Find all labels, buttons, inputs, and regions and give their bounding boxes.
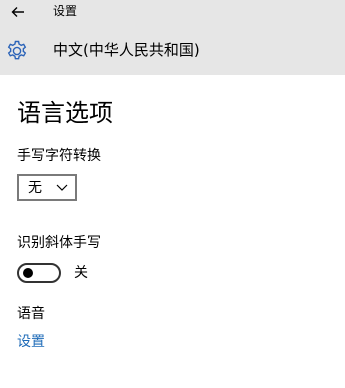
handwriting-conversion-dropdown[interactable]: 无 [17,174,77,201]
italic-recognition-toggle[interactable] [17,263,61,283]
chevron-down-icon [56,184,68,191]
language-section-label: 语音 [17,306,45,322]
app-title: 设置 [53,4,78,18]
toggle-state-label: 关 [74,265,88,281]
page-heading: 中文(中华人民共和国) [53,41,200,59]
italic-recognition-label: 识别斜体手写 [17,235,101,251]
back-button[interactable] [6,2,30,22]
speech-settings-link[interactable]: 设置 [17,333,45,351]
toggle-knob [23,268,33,278]
title-bar: 设置 中文(中华人民共和国) [0,0,345,75]
gear-icon [7,40,27,60]
dropdown-selected-value: 无 [28,180,42,196]
section-title: 语言选项 [17,99,113,127]
arrow-left-icon [11,7,24,17]
handwriting-conversion-label: 手写字符转换 [17,148,101,164]
